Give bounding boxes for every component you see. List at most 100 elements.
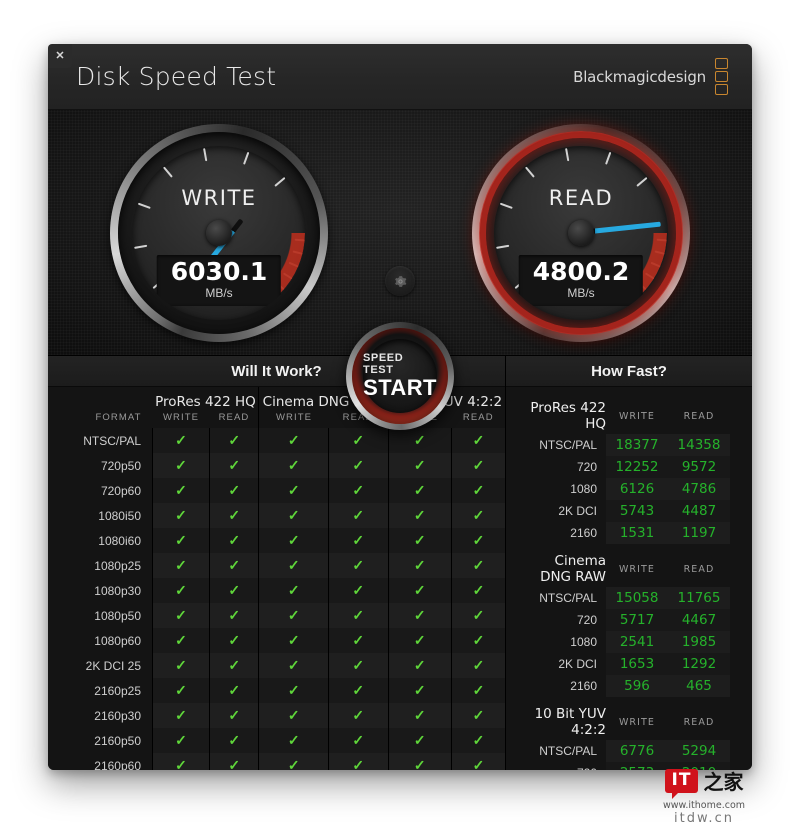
supported-check-icon: ✓ bbox=[451, 603, 505, 628]
write-speed-value: 15058 bbox=[606, 587, 668, 609]
format-label: 1080i60 bbox=[98, 533, 141, 548]
sub-header-1-write: WRITE bbox=[258, 412, 329, 428]
format-label: 2K DCI 25 bbox=[85, 658, 141, 673]
table-row: 2160p30 ✓ ✓ ✓ ✓ ✓ ✓ bbox=[48, 703, 505, 728]
supported-check-icon: ✓ bbox=[258, 478, 329, 503]
supported-check-icon: ✓ bbox=[258, 653, 329, 678]
supported-check-icon: ✓ bbox=[451, 703, 505, 728]
resolution-label: 720 bbox=[576, 613, 597, 627]
resolution-label: 2160 bbox=[570, 679, 597, 693]
how-fast-row: 1080 2541 1985 bbox=[520, 631, 730, 653]
supported-check-icon: ✓ bbox=[209, 653, 259, 678]
group-header-0: ProRes 422 HQ bbox=[155, 394, 256, 410]
blackmagic-logo-icon bbox=[715, 58, 728, 95]
supported-check-icon: ✓ bbox=[328, 678, 389, 703]
supported-check-icon: ✓ bbox=[387, 678, 452, 703]
supported-check-icon: ✓ bbox=[328, 578, 389, 603]
section-name: Cinema DNG RAW bbox=[540, 553, 606, 585]
format-label: 2160p25 bbox=[94, 683, 141, 698]
write-speed-value: 5717 bbox=[606, 609, 668, 631]
read-speed-value: 5294 bbox=[668, 740, 730, 762]
supported-check-icon: ✓ bbox=[328, 428, 389, 453]
supported-check-icon: ✓ bbox=[151, 728, 210, 753]
write-speed-value: 1531 bbox=[606, 522, 668, 544]
supported-check-icon: ✓ bbox=[451, 553, 505, 578]
table-row: 1080p25 ✓ ✓ ✓ ✓ ✓ ✓ bbox=[48, 553, 505, 578]
supported-check-icon: ✓ bbox=[451, 478, 505, 503]
read-speed-value: 465 bbox=[668, 675, 730, 697]
format-label: 720p60 bbox=[100, 483, 141, 498]
supported-check-icon: ✓ bbox=[451, 653, 505, 678]
format-label: 1080p30 bbox=[94, 583, 141, 598]
start-button-label-top: SPEED TEST bbox=[363, 351, 404, 376]
supported-check-icon: ✓ bbox=[451, 628, 505, 653]
supported-check-icon: ✓ bbox=[387, 428, 452, 453]
format-label: 2160p60 bbox=[94, 758, 141, 771]
read-speed-value: 14358 bbox=[668, 434, 730, 456]
supported-check-icon: ✓ bbox=[387, 453, 452, 478]
supported-check-icon: ✓ bbox=[151, 753, 210, 770]
supported-check-icon: ✓ bbox=[151, 703, 210, 728]
supported-check-icon: ✓ bbox=[151, 653, 210, 678]
read-column-header: READ bbox=[683, 563, 715, 575]
title-bar: Disk Speed Test Blackmagicdesign bbox=[48, 44, 752, 110]
supported-check-icon: ✓ bbox=[151, 603, 210, 628]
how-fast-tbody: ProRes 422 HQ WRITE READ NTSC/PAL 18377 14358… bbox=[520, 391, 730, 770]
table-row: 2160p60 ✓ ✓ ✓ ✓ ✓ ✓ bbox=[48, 753, 505, 770]
read-gauge-readout: 4800.2 MB/s bbox=[518, 254, 644, 306]
supported-check-icon: ✓ bbox=[451, 728, 505, 753]
supported-check-icon: ✓ bbox=[451, 428, 505, 453]
how-fast-row: NTSC/PAL 18377 14358 bbox=[520, 434, 730, 456]
resolution-label: 720 bbox=[520, 762, 606, 770]
watermark-chinese-text: 之家 bbox=[703, 770, 744, 794]
supported-check-icon: ✓ bbox=[328, 703, 389, 728]
supported-check-icon: ✓ bbox=[151, 503, 210, 528]
read-gauge-hub bbox=[568, 220, 594, 246]
gear-icon bbox=[394, 275, 406, 287]
supported-check-icon: ✓ bbox=[258, 678, 329, 703]
supported-check-icon: ✓ bbox=[387, 728, 452, 753]
write-value: 6030.1 bbox=[170, 256, 268, 286]
supported-check-icon: ✓ bbox=[387, 603, 452, 628]
format-column-header: FORMAT bbox=[95, 412, 142, 423]
supported-check-icon: ✓ bbox=[209, 478, 259, 503]
watermark-url: www.ithome.com bbox=[662, 800, 746, 811]
supported-check-icon: ✓ bbox=[151, 478, 210, 503]
read-gauge-label: READ bbox=[548, 186, 614, 210]
will-it-work-panel: Will It Work? ProRes 422 HQ Cinema DNG RA… bbox=[48, 356, 506, 770]
settings-gear-button[interactable] bbox=[385, 266, 415, 296]
read-column-header: READ bbox=[683, 716, 715, 728]
close-window-button[interactable]: ✕ bbox=[48, 44, 72, 68]
supported-check-icon: ✓ bbox=[209, 578, 259, 603]
will-it-work-table: ProRes 422 HQCinema DNG RAW10 Bit YUV 4:… bbox=[48, 387, 505, 770]
supported-check-icon: ✓ bbox=[209, 503, 259, 528]
supported-check-icon: ✓ bbox=[209, 553, 259, 578]
sub-header-0-write: WRITE bbox=[162, 412, 200, 423]
supported-check-icon: ✓ bbox=[328, 528, 389, 553]
section-name: 10 Bit YUV 4:2:2 bbox=[534, 706, 606, 738]
supported-check-icon: ✓ bbox=[387, 478, 452, 503]
how-fast-panel: How Fast? ProRes 422 HQ WRITE READ NTSC/PAL… bbox=[506, 356, 752, 770]
table-row: 1080p30 ✓ ✓ ✓ ✓ ✓ ✓ bbox=[48, 578, 505, 603]
read-value: 4800.2 bbox=[532, 256, 630, 286]
resolution-label: 720 bbox=[576, 460, 597, 474]
how-fast-row: 2160 1531 1197 bbox=[520, 522, 730, 544]
brand-name: Blackmagicdesign bbox=[573, 67, 706, 86]
supported-check-icon: ✓ bbox=[451, 753, 505, 770]
supported-check-icon: ✓ bbox=[387, 653, 452, 678]
supported-check-icon: ✓ bbox=[209, 603, 259, 628]
table-row: 1080i50 ✓ ✓ ✓ ✓ ✓ ✓ bbox=[48, 503, 505, 528]
start-button-label-main: START bbox=[363, 374, 437, 400]
write-column-header: WRITE bbox=[618, 716, 656, 728]
supported-check-icon: ✓ bbox=[451, 678, 505, 703]
how-fast-row: 720 5717 4467 bbox=[520, 609, 730, 631]
speed-test-start-button[interactable]: SPEED TEST START bbox=[346, 322, 454, 430]
supported-check-icon: ✓ bbox=[387, 503, 452, 528]
read-column-header: READ bbox=[683, 410, 715, 422]
resolution-label: NTSC/PAL bbox=[539, 591, 597, 605]
supported-check-icon: ✓ bbox=[451, 503, 505, 528]
sub-header-2-read: READ bbox=[462, 412, 494, 423]
write-speed-value: 1653 bbox=[606, 653, 668, 675]
supported-check-icon: ✓ bbox=[151, 553, 210, 578]
format-col-spacer bbox=[48, 387, 153, 412]
